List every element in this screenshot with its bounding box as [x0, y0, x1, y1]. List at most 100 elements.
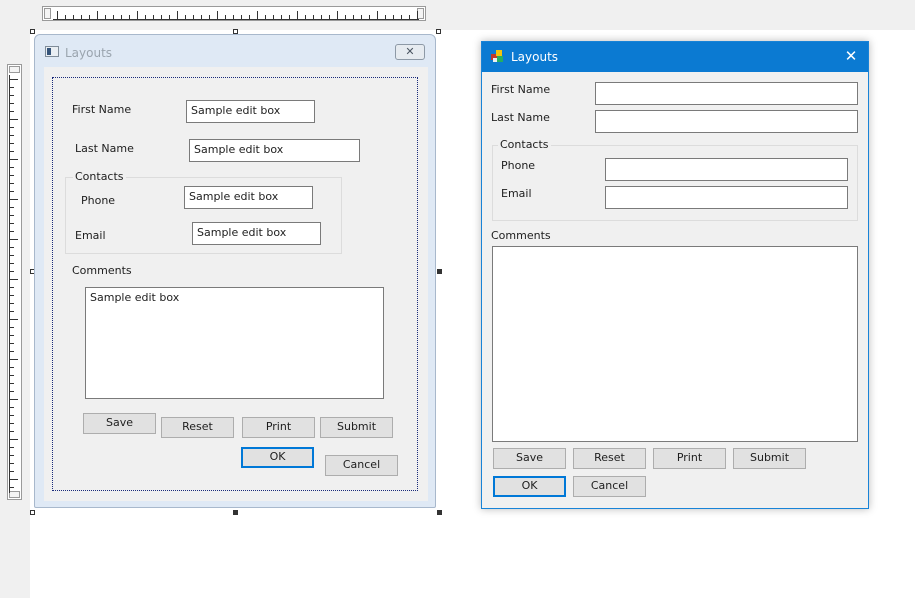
ruler-tick: [10, 135, 14, 136]
ruler-tick: [385, 15, 386, 19]
submit-button[interactable]: Submit: [320, 417, 393, 438]
ruler-line: [53, 19, 419, 20]
ruler-tick: [417, 11, 418, 19]
ruler-tick: [73, 15, 74, 19]
ruler-end-cap[interactable]: [417, 8, 424, 19]
horizontal-ruler[interactable]: [42, 6, 426, 21]
ruler-tick: [353, 15, 354, 19]
ruler-start-cap[interactable]: [44, 8, 51, 19]
print-button[interactable]: Print: [653, 448, 726, 469]
save-button[interactable]: Save: [83, 413, 156, 434]
email-label: Email: [501, 187, 532, 200]
ruler-tick: [201, 15, 202, 19]
comments-textarea[interactable]: [492, 246, 858, 442]
ruler-tick: [113, 15, 114, 19]
ruler-tick: [10, 87, 14, 88]
ruler-tick: [10, 103, 14, 104]
dialog-resource-icon: [45, 46, 59, 57]
ruler-end-cap[interactable]: [9, 491, 20, 498]
ruler-tick: [329, 15, 330, 19]
ruler-tick: [337, 11, 338, 19]
reset-button[interactable]: Reset: [573, 448, 646, 469]
phone-input[interactable]: [605, 158, 848, 181]
ruler-tick: [393, 15, 394, 19]
ok-button[interactable]: OK: [241, 447, 314, 468]
ruler-tick: [10, 431, 14, 432]
resize-handle-sw[interactable]: [30, 510, 35, 515]
ruler-tick: [185, 15, 186, 19]
comments-edit[interactable]: Sample edit box: [85, 287, 384, 399]
ruler-tick: [297, 11, 298, 19]
print-button[interactable]: Print: [242, 417, 315, 438]
last-name-input[interactable]: [595, 110, 858, 133]
close-icon[interactable]: ✕: [839, 49, 863, 65]
first-name-label[interactable]: First Name: [72, 103, 131, 116]
ruler-tick: [153, 15, 154, 19]
contacts-groupbox: [492, 145, 858, 221]
ruler-tick: [10, 295, 14, 296]
preview-dialog-window[interactable]: Layouts ✕ First Name Last Name Contacts …: [481, 41, 869, 509]
ruler-tick: [10, 359, 18, 360]
resize-handle-e[interactable]: [437, 269, 442, 274]
ruler-tick: [217, 11, 218, 19]
ruler-tick: [10, 455, 14, 456]
ruler-tick: [10, 239, 18, 240]
ruler-tick: [10, 287, 14, 288]
phone-label[interactable]: Phone: [81, 194, 115, 207]
close-icon[interactable]: ✕: [395, 44, 425, 60]
resize-handle-s[interactable]: [233, 510, 238, 515]
ruler-tick: [121, 15, 122, 19]
ruler-tick: [361, 15, 362, 19]
submit-button[interactable]: Submit: [733, 448, 806, 469]
ruler-tick: [137, 11, 138, 19]
email-edit[interactable]: Sample edit box: [192, 222, 321, 245]
ruler-tick: [10, 215, 14, 216]
ruler-tick: [345, 15, 346, 19]
ruler-tick: [10, 247, 14, 248]
ruler-tick: [289, 15, 290, 19]
ruler-tick: [10, 487, 14, 488]
phone-edit[interactable]: Sample edit box: [184, 186, 313, 209]
email-input[interactable]: [605, 186, 848, 209]
ruler-tick: [377, 11, 378, 19]
app-cubes-icon: [491, 50, 503, 62]
cancel-button[interactable]: Cancel: [325, 455, 398, 476]
ruler-tick: [10, 319, 18, 320]
resize-handle-se[interactable]: [437, 510, 442, 515]
vertical-ruler[interactable]: [7, 64, 22, 500]
ruler-tick: [10, 391, 14, 392]
resize-handle-nw[interactable]: [30, 29, 35, 34]
designer-client-area[interactable]: First Name Sample edit box Last Name Sam…: [44, 67, 428, 501]
ruler-tick: [10, 271, 14, 272]
ruler-tick: [145, 15, 146, 19]
cancel-button[interactable]: Cancel: [573, 476, 646, 497]
resize-handle-ne[interactable]: [436, 29, 441, 34]
ruler-tick: [161, 15, 162, 19]
ruler-tick: [10, 255, 14, 256]
email-label[interactable]: Email: [75, 229, 106, 242]
ruler-tick: [10, 327, 14, 328]
ruler-start-cap[interactable]: [9, 66, 20, 73]
ruler-tick: [273, 15, 274, 19]
last-name-edit[interactable]: Sample edit box: [189, 139, 360, 162]
first-name-label: First Name: [491, 83, 551, 96]
reset-button[interactable]: Reset: [161, 417, 234, 438]
ruler-tick: [10, 175, 14, 176]
ruler-tick: [305, 15, 306, 19]
ruler-tick: [369, 15, 370, 19]
comments-label[interactable]: Comments: [72, 264, 132, 277]
ruler-tick: [65, 15, 66, 19]
ok-button[interactable]: OK: [493, 476, 566, 497]
ruler-tick: [81, 15, 82, 19]
save-button[interactable]: Save: [493, 448, 566, 469]
last-name-label: Last Name: [491, 111, 550, 124]
ruler-tick: [225, 15, 226, 19]
preview-titlebar[interactable]: Layouts ✕: [482, 42, 868, 72]
last-name-label[interactable]: Last Name: [75, 142, 134, 155]
ruler-tick: [209, 15, 210, 19]
designer-window-title: Layouts: [65, 46, 113, 60]
ruler-tick: [10, 159, 18, 160]
designer-dialog-window[interactable]: Layouts ✕ First Name Sample edit box Las…: [34, 34, 436, 508]
first-name-edit[interactable]: Sample edit box: [186, 100, 315, 123]
first-name-input[interactable]: [595, 82, 858, 105]
